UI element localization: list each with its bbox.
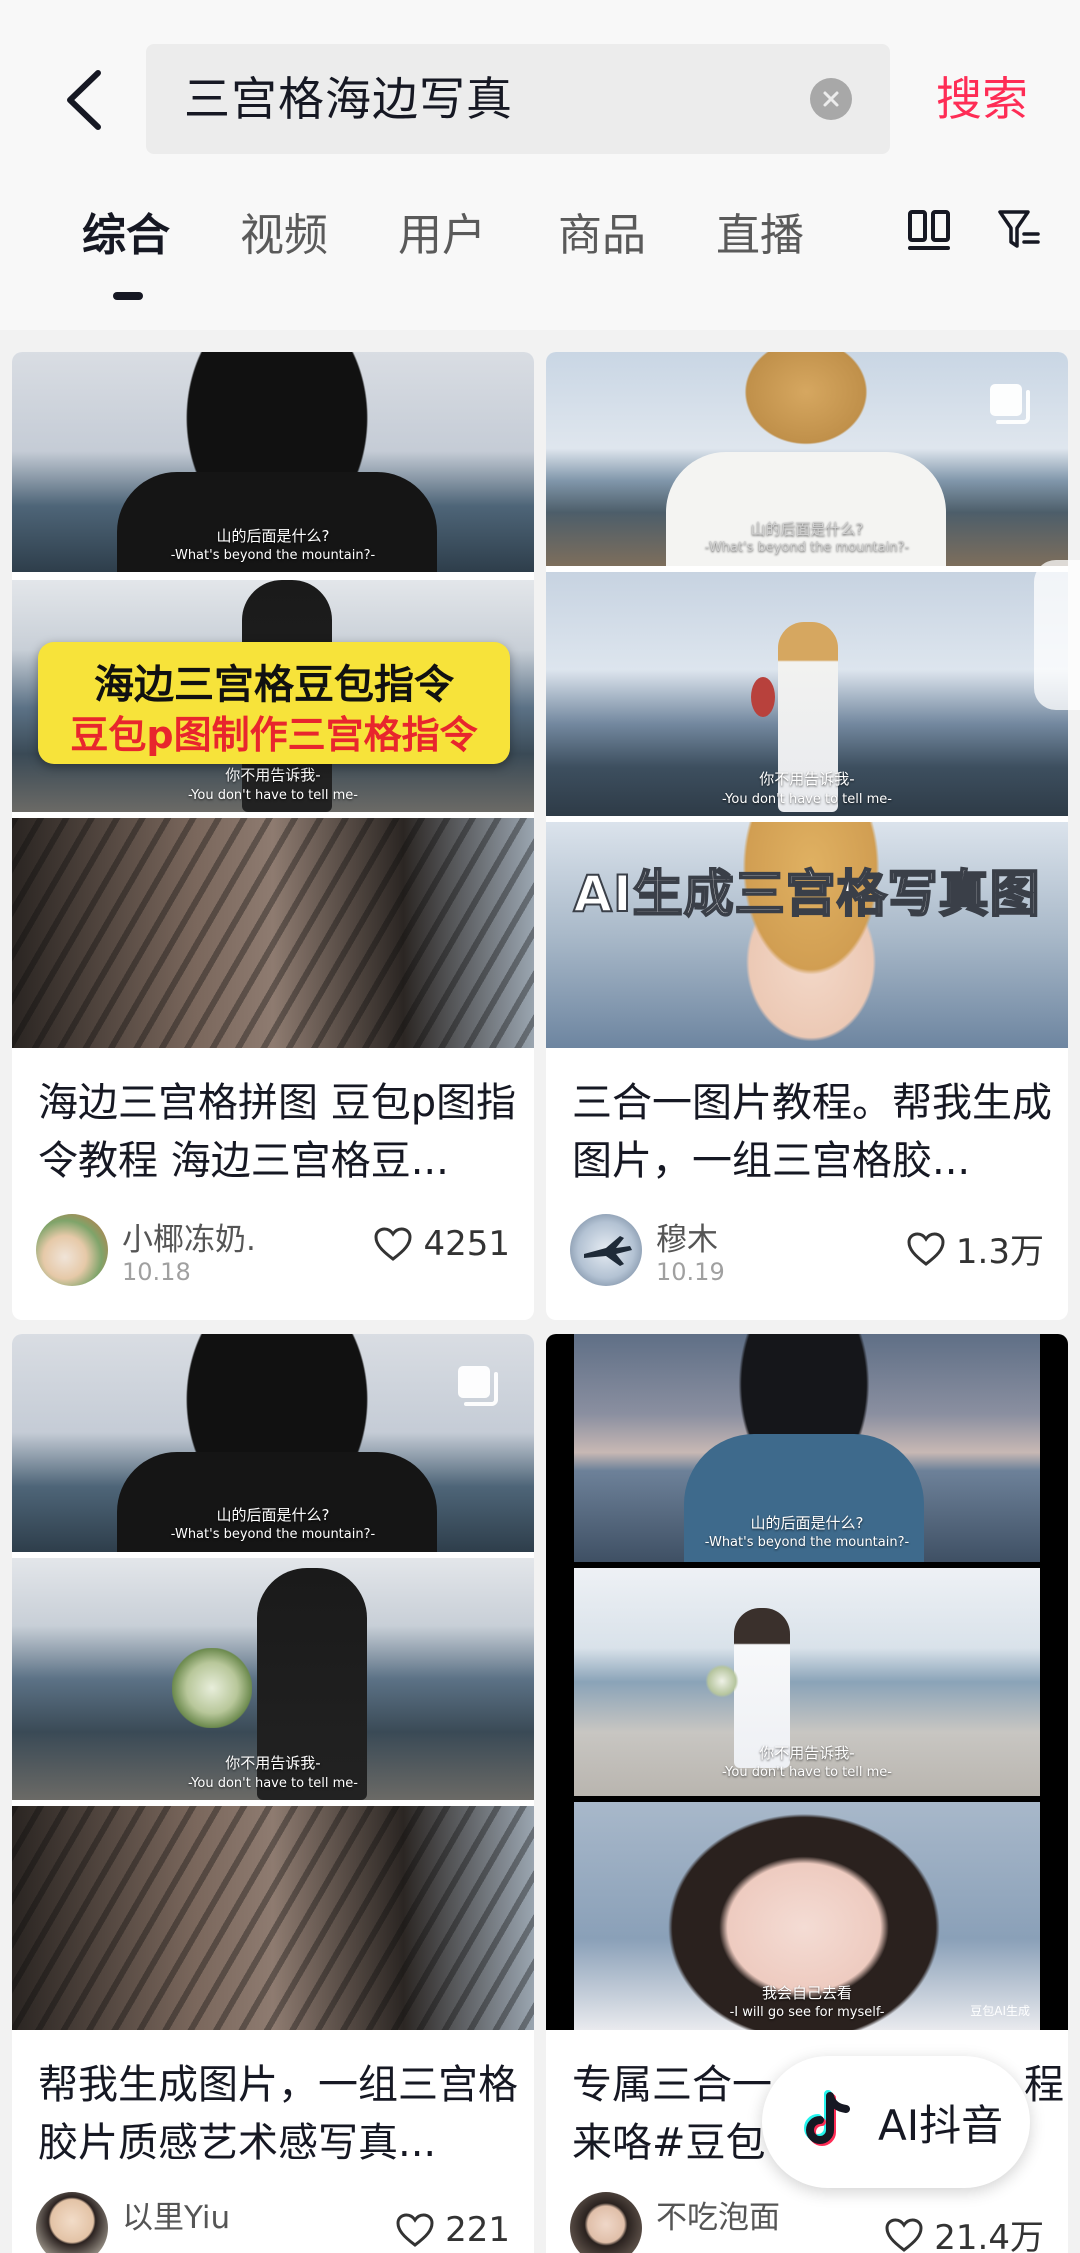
active-tab-indicator	[113, 292, 143, 300]
ai-douyin-label: AI抖音	[878, 2100, 1004, 2150]
tab-comprehensive[interactable]: 综合	[82, 206, 170, 266]
subtitle-en: -What's beyond the mountain?-	[170, 548, 376, 563]
post-date: 10.19	[656, 1258, 725, 1286]
avatar[interactable]	[36, 2192, 108, 2253]
video-cover[interactable]: 山的后面是什么? -What's beyond the mountain?- 你…	[546, 352, 1068, 1048]
like-count-value: 1.3万	[955, 1232, 1044, 1272]
ai-watermark: 豆包AI生成	[970, 2004, 1030, 2018]
subtitle-en: -What's beyond the mountain?-	[704, 540, 910, 555]
video-title[interactable]: 三合一图片教程。帮我生成图片，一组三宫格胶...	[572, 1074, 1068, 1190]
back-button[interactable]	[52, 62, 116, 138]
double-column-icon[interactable]	[906, 208, 952, 252]
title-overlay: AI生成三宫格写真图	[572, 864, 1041, 924]
portrait-panel	[12, 818, 534, 1048]
author-name[interactable]: 小椰冻奶.	[122, 1214, 256, 1259]
avatar[interactable]	[570, 1214, 642, 1286]
tab-live[interactable]: 直播	[716, 206, 804, 266]
heart-icon	[374, 1227, 412, 1261]
title-overlay: 海边三宫格豆包指令 豆包p图制作三宫格指令	[38, 642, 510, 764]
multi-image-icon	[990, 384, 1030, 424]
video-card[interactable]: 山的后面是什么? -What's beyond the mountain?- 你…	[12, 352, 534, 1320]
portrait-panel	[12, 1806, 534, 2030]
flower-bouquet	[704, 1660, 740, 1702]
post-date: 10.18	[122, 1258, 191, 1286]
douyin-logo-icon	[804, 2090, 850, 2146]
video-card[interactable]: 山的后面是什么? -What's beyond the mountain?- 你…	[12, 1334, 534, 2253]
chevron-left-icon	[67, 70, 101, 130]
search-header: 三宫格海边写真 搜索 综合 视频 用户 商品 直播	[0, 0, 1080, 330]
clear-icon	[823, 91, 839, 107]
video-cover[interactable]: 山的后面是什么? -What's beyond the mountain?- 你…	[546, 1334, 1068, 2030]
heart-icon	[885, 2217, 923, 2252]
subtitle-cn: 山的后面是什么?	[750, 1514, 864, 1532]
subtitle-cn: 山的后面是什么?	[750, 520, 864, 538]
heart-icon	[907, 1231, 945, 1266]
video-cover[interactable]: 山的后面是什么? -What's beyond the mountain?- 你…	[12, 352, 534, 1048]
search-input[interactable]: 三宫格海边写真	[146, 44, 890, 154]
flower-bouquet	[751, 677, 775, 717]
subtitle-en: -You don't have to tell me-	[188, 788, 358, 803]
subtitle-cn: 你不用告诉我-	[759, 1744, 855, 1762]
video-cover[interactable]: 山的后面是什么? -What's beyond the mountain?- 你…	[12, 1334, 534, 2030]
like-count[interactable]: 21.4万	[884, 2210, 1044, 2253]
like-count-value: 221	[445, 2210, 510, 2250]
like-count-value: 4251	[423, 1224, 510, 1264]
subtitle-cn: 你不用告诉我-	[225, 766, 321, 784]
subtitle-en: -You don't have to tell me-	[722, 792, 892, 807]
heart-icon	[396, 2213, 434, 2247]
subtitle-cn: 我会自己去看	[761, 1984, 852, 2002]
video-title[interactable]: 帮我生成图片，一组三宫格胶片质感艺术感写真...	[38, 2056, 534, 2172]
like-count[interactable]: 1.3万	[906, 1224, 1044, 1273]
search-query: 三宫格海边写真	[184, 72, 513, 126]
avatar[interactable]	[570, 2192, 642, 2253]
filter-icon[interactable]	[996, 206, 1042, 252]
clear-button[interactable]	[810, 78, 852, 120]
like-count-value: 21.4万	[934, 2218, 1044, 2253]
video-title[interactable]: 专属三合一 来咯#豆包	[572, 2056, 772, 2172]
figure-hair	[736, 352, 876, 452]
tab-videos[interactable]: 视频	[240, 206, 328, 266]
flower-bouquet	[172, 1648, 252, 1728]
author-name[interactable]: 不吃泡面	[656, 2192, 780, 2237]
subtitle-en: -You don't have to tell me-	[722, 1765, 892, 1780]
tab-products[interactable]: 商品	[558, 206, 646, 266]
subtitle-cn: 山的后面是什么?	[216, 527, 330, 545]
multi-image-icon	[458, 1366, 498, 1406]
subtitle-cn: 山的后面是什么?	[216, 1506, 330, 1524]
subtitle-en: -What's beyond the mountain?-	[170, 1527, 376, 1542]
subtitle-cn: 你不用告诉我-	[225, 1754, 321, 1772]
avatar[interactable]	[36, 1214, 108, 1286]
subtitle-en: -You don't have to tell me-	[188, 1776, 358, 1791]
ai-douyin-button[interactable]: AI抖音	[762, 2056, 1030, 2188]
overlay-line2: 豆包p图制作三宫格指令	[70, 713, 478, 757]
video-title-end: 程	[1024, 2062, 1064, 2108]
portrait-panel: 我会自己去看 -I will go see for myself- 豆包AI生成	[574, 1802, 1040, 2030]
subtitle-en: -What's beyond the mountain?-	[704, 1535, 910, 1550]
like-count[interactable]: 4251	[373, 1224, 510, 1264]
video-title[interactable]: 海边三宫格拼图 豆包p图指令教程 海边三宫格豆...	[38, 1074, 534, 1190]
like-count[interactable]: 221	[395, 2210, 510, 2250]
tab-users[interactable]: 用户	[398, 206, 486, 266]
video-card[interactable]: 山的后面是什么? -What's beyond the mountain?- 你…	[546, 352, 1068, 1320]
author-name[interactable]: 穆木	[656, 1214, 718, 1259]
side-drawer-handle[interactable]	[1034, 560, 1080, 710]
author-name[interactable]: 以里Yiu	[122, 2192, 230, 2237]
subtitle-cn: 你不用告诉我-	[759, 770, 855, 788]
search-button[interactable]: 搜索	[936, 44, 1028, 154]
overlay-line1: 海边三宫格豆包指令	[94, 662, 454, 708]
airplane-icon	[584, 1236, 632, 1266]
